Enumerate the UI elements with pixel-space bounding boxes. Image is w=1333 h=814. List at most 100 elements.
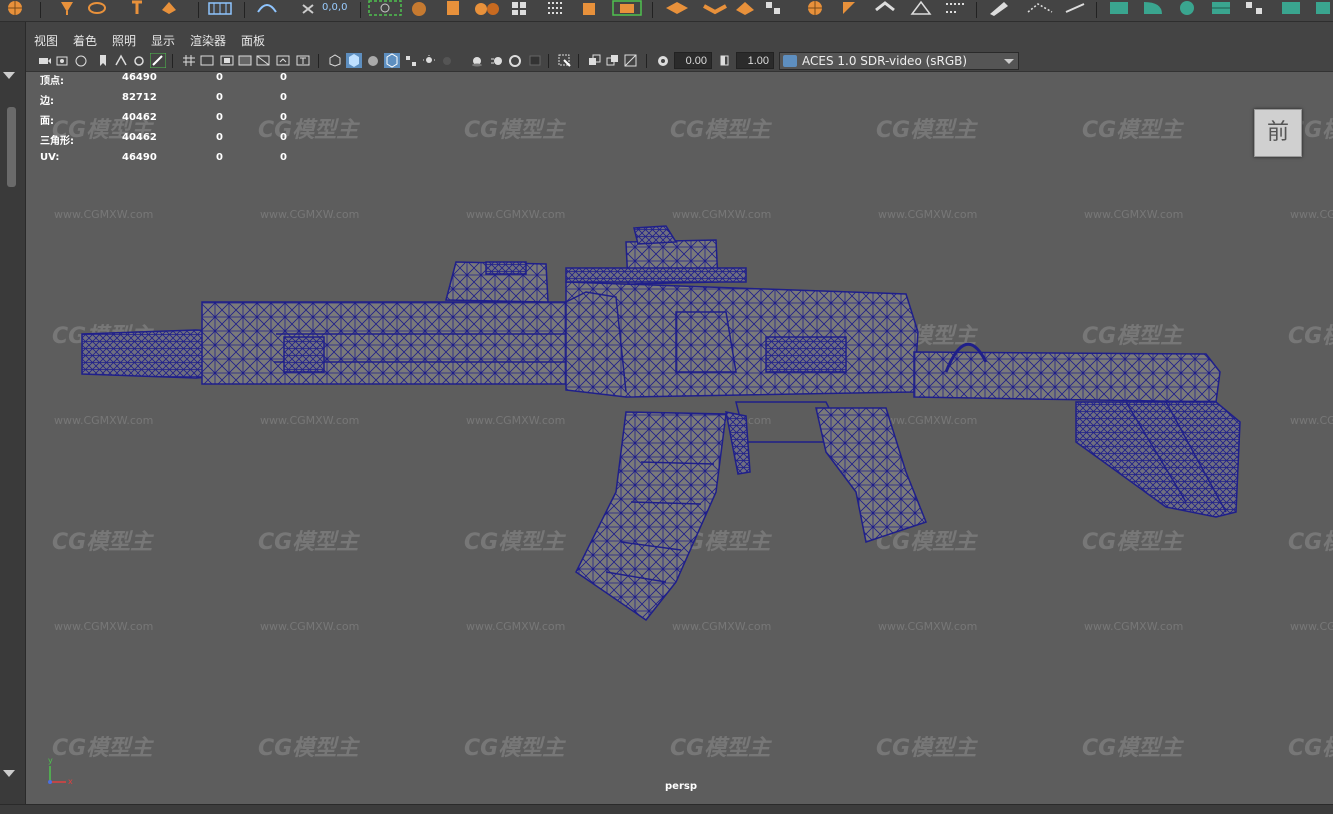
xray-components-icon[interactable] (624, 54, 638, 67)
snap-curve-icon[interactable] (256, 0, 277, 16)
viewport-toolbar: ACES 1.0 SDR-video (sRGB) (26, 50, 1333, 72)
smooth-shade-icon[interactable] (346, 53, 362, 68)
connect-icon[interactable] (1026, 0, 1053, 16)
camera-name-label: persp (665, 781, 697, 792)
camera-attributes-icon[interactable] (56, 54, 70, 67)
scrollbar-thumb[interactable] (7, 107, 16, 187)
3d-viewport[interactable]: CG模型主 www.CGMXW.com CG模型主 www.CGMXW.com CG模型… (26, 72, 1333, 804)
two-d-pan-icon[interactable] (114, 54, 128, 67)
film-gate-icon[interactable] (200, 54, 214, 67)
move-tool-icon[interactable] (58, 0, 76, 16)
exposure-icon[interactable] (656, 54, 670, 67)
axis-gizmo: y x (48, 756, 73, 786)
textured-icon[interactable] (404, 54, 418, 67)
gate-mask-icon[interactable] (238, 54, 252, 67)
buffer-tube (913, 351, 1221, 403)
safe-title-icon[interactable] (296, 54, 310, 67)
colorspace-dropdown[interactable]: ACES 1.0 SDR-video (sRGB) (779, 52, 1019, 70)
menu-lighting[interactable]: 照明 (112, 32, 136, 49)
scroll-up-arrow-icon[interactable] (3, 72, 15, 79)
camera-select-icon[interactable] (368, 0, 402, 16)
viewport-panel: 视图 着色 照明 显示 渲染器 面板 0.00 1.00 ACES 1.0 SD… (26, 28, 1333, 804)
sphere-icon[interactable] (410, 0, 428, 16)
deformer-icon-5[interactable] (1244, 0, 1262, 16)
depth-of-field-icon[interactable] (528, 54, 542, 67)
uv-icon[interactable] (840, 0, 858, 16)
timeline-ruler[interactable] (0, 804, 1333, 814)
anti-aliasing-icon[interactable] (508, 54, 522, 67)
deformer-icon-6[interactable] (1280, 0, 1300, 16)
pencil-icon[interactable] (149, 52, 167, 69)
bridge-icon[interactable] (664, 0, 688, 16)
left-tool-strip (0, 22, 26, 814)
exposure-field[interactable] (674, 52, 712, 69)
image-plane-icon[interactable] (96, 54, 110, 67)
scale-tool-icon[interactable] (128, 0, 146, 16)
poly-sphere-icon[interactable] (6, 0, 24, 16)
default-material-icon[interactable] (366, 54, 380, 67)
rifle-wireframe-model[interactable] (26, 72, 1333, 804)
grid-icon[interactable] (208, 0, 232, 16)
wireframe-on-shaded-icon[interactable] (384, 53, 400, 68)
menu-panels[interactable]: 面板 (241, 32, 265, 49)
cone-icon[interactable] (546, 0, 564, 16)
panel-menubar: 视图 着色 照明 显示 渲染器 面板 (26, 28, 1333, 50)
snap-point-icon[interactable] (300, 0, 318, 16)
scroll-down-arrow-icon[interactable] (3, 770, 15, 777)
pen-tool-icon[interactable] (988, 0, 1008, 16)
mirror-icon[interactable] (804, 0, 822, 16)
xray-joints-icon[interactable] (606, 54, 620, 67)
plane-icon[interactable] (510, 0, 528, 16)
menu-renderer[interactable]: 渲染器 (190, 32, 226, 49)
multicut-icon[interactable] (734, 0, 754, 16)
xray-icon[interactable] (588, 54, 602, 67)
soften-icon[interactable] (874, 0, 895, 16)
safe-action-icon[interactable] (276, 54, 290, 67)
motion-blur-icon[interactable] (490, 54, 504, 67)
camera-icon[interactable] (38, 54, 52, 67)
deformer-icon-1[interactable] (1108, 0, 1128, 16)
gamma-field[interactable] (736, 52, 774, 69)
isolate-select-icon[interactable] (558, 54, 572, 67)
ambient-occlusion-icon[interactable] (470, 54, 484, 67)
field-chart-icon[interactable] (256, 54, 270, 67)
crease-icon[interactable] (944, 0, 964, 16)
bevel-icon[interactable] (610, 0, 642, 16)
resolution-gate-icon[interactable] (220, 54, 234, 67)
grid-toggle-icon[interactable] (182, 54, 196, 67)
coordinate-readout: 0,0,0 (322, 2, 348, 13)
extrude-icon[interactable] (580, 0, 598, 16)
lights-icon[interactable] (422, 54, 436, 67)
triangulate-icon[interactable] (910, 0, 932, 16)
axis-y-label: y (48, 756, 53, 765)
deformer-icon-4[interactable] (1210, 0, 1230, 16)
wireframe-icon[interactable] (328, 54, 342, 67)
shelf-toolbar: 0,0,0 (0, 0, 1333, 22)
cube-icon[interactable] (160, 0, 178, 16)
menu-shading[interactable]: 着色 (73, 32, 97, 49)
chevron-down-icon (1004, 59, 1014, 64)
grease-pencil-icon[interactable] (132, 54, 146, 67)
deformer-icon-7[interactable] (1314, 0, 1332, 16)
deformer-icon-2[interactable] (1142, 0, 1162, 16)
stock (1075, 401, 1241, 518)
cylinder-icon[interactable] (444, 0, 462, 16)
slide-edge-icon[interactable] (1064, 0, 1085, 16)
shadows-icon[interactable] (440, 54, 454, 67)
boolean-icon[interactable] (764, 0, 782, 16)
torus-icon[interactable] (474, 0, 499, 16)
receiver (565, 281, 919, 398)
magazine (575, 411, 727, 622)
color-management-icon (783, 55, 797, 67)
bookmark-icon[interactable] (74, 54, 88, 67)
menu-view[interactable]: 视图 (34, 32, 58, 49)
view-cube[interactable]: 前 (1254, 109, 1302, 157)
axis-x-label: x (68, 777, 73, 786)
deformer-icon-3[interactable] (1176, 0, 1194, 16)
merge-icon[interactable] (702, 0, 727, 16)
menu-show[interactable]: 显示 (151, 32, 175, 49)
rotate-tool-icon[interactable] (88, 0, 106, 16)
handguard (201, 301, 569, 385)
gamma-icon[interactable] (718, 54, 732, 67)
pistol-grip (815, 407, 927, 543)
